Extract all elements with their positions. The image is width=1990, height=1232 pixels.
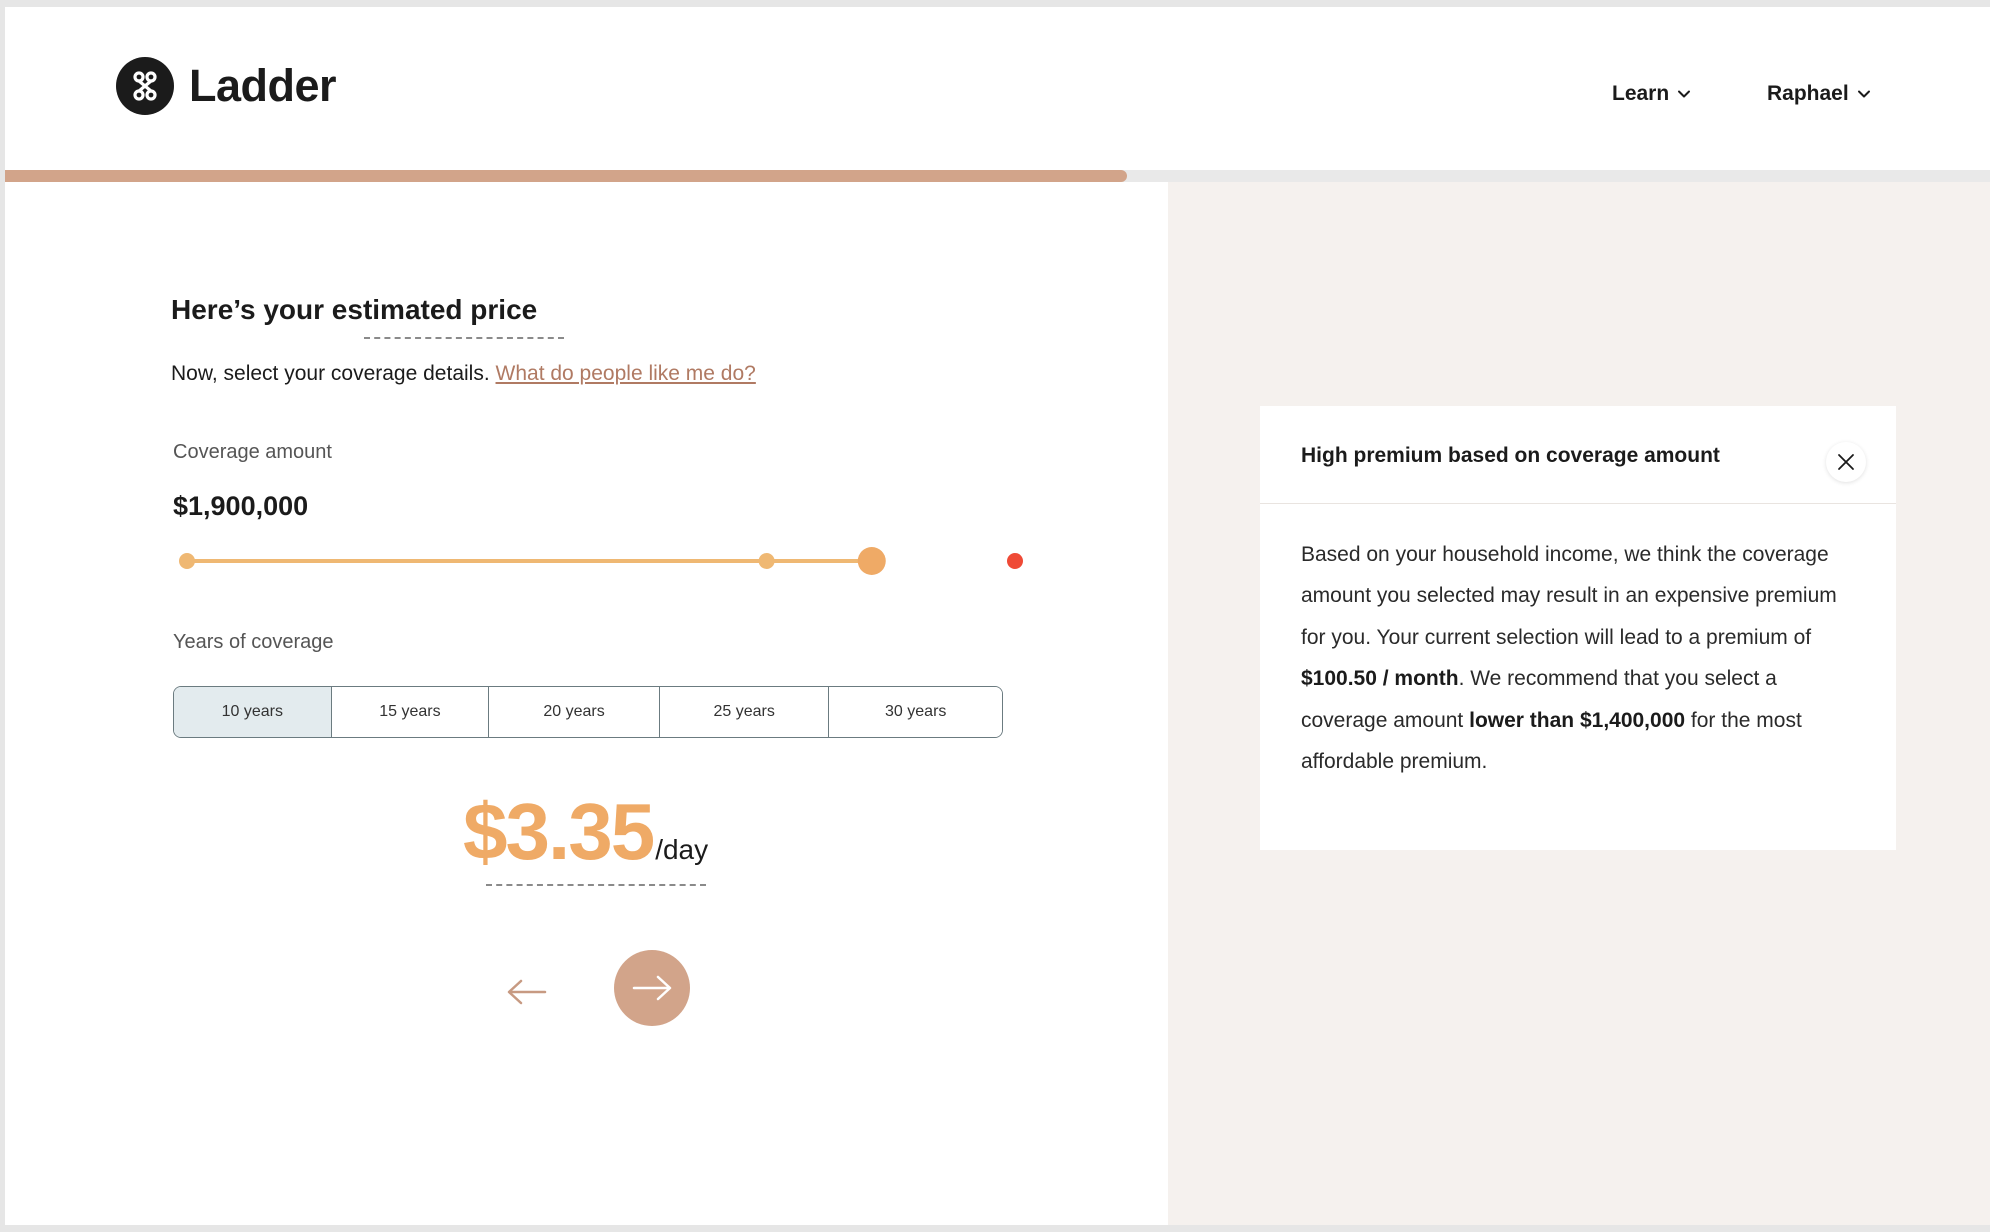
chevron-down-icon <box>1857 90 1870 97</box>
years-option-30[interactable]: 30 years <box>829 687 1002 737</box>
high-premium-alert: High premium based on coverage amount Ba… <box>1260 406 1896 850</box>
app-window: Ladder Learn Raphael Here’s your estimat… <box>5 7 1990 1225</box>
years-option-10[interactable]: 10 years <box>174 687 332 737</box>
arrow-left-icon <box>507 979 547 1005</box>
advice-pane: High premium based on coverage amount Ba… <box>1168 182 1990 1225</box>
progress-bar-fill <box>5 170 1127 182</box>
back-button[interactable] <box>497 967 557 1017</box>
alert-body: Based on your household income, we think… <box>1301 534 1861 782</box>
years-option-25[interactable]: 25 years <box>659 687 830 737</box>
alert-title: High premium based on coverage amount <box>1301 444 1720 467</box>
slider-stop-3 <box>1007 553 1023 569</box>
page-title-wrap: Here’s your estimated price <box>171 294 564 339</box>
years-segmented-control: 10 years 15 years 20 years 25 years 30 y… <box>173 686 1003 738</box>
estimated-price-tooltip-underline[interactable] <box>364 337 564 339</box>
progress-bar <box>5 170 1990 182</box>
brand-name[interactable]: Ladder <box>189 63 337 108</box>
nav-user-label: Raphael <box>1767 82 1849 105</box>
years-option-20[interactable]: 20 years <box>489 687 660 737</box>
price-unit: /day <box>655 834 709 865</box>
nav-user-menu[interactable]: Raphael <box>1767 83 1871 104</box>
alert-recommended-amount: lower than $1,400,000 <box>1469 708 1686 732</box>
close-alert-button[interactable] <box>1826 442 1866 482</box>
slider-thumb[interactable] <box>857 547 886 575</box>
nav-learn-menu[interactable]: Learn <box>1612 83 1691 104</box>
page-title: Here’s your estimated price <box>171 294 538 325</box>
estimated-price: $3.35 /day <box>463 792 708 872</box>
subtitle-text: Now, select your coverage details. <box>171 362 490 385</box>
coverage-amount-label: Coverage amount <box>173 441 332 463</box>
price-amount: $3.35 <box>463 787 655 876</box>
years-of-coverage-label: Years of coverage <box>173 631 334 653</box>
chevron-down-icon <box>1678 90 1691 97</box>
price-tooltip-underline[interactable] <box>486 884 706 886</box>
alert-premium-amount: $100.50 / month <box>1301 667 1459 691</box>
alert-header: High premium based on coverage amount <box>1260 406 1896 504</box>
next-button[interactable] <box>614 950 690 1026</box>
ladder-logo-icon[interactable] <box>116 57 174 115</box>
years-option-15[interactable]: 15 years <box>331 687 490 737</box>
slider-stop-0 <box>179 553 195 569</box>
top-header: Ladder Learn Raphael <box>5 7 1990 170</box>
close-icon <box>1838 454 1854 470</box>
help-link[interactable]: What do people like me do? <box>496 362 756 385</box>
nav-learn-label: Learn <box>1612 82 1670 105</box>
coverage-slider[interactable] <box>165 537 1035 587</box>
slider-stop-1 <box>758 553 775 569</box>
arrow-right-icon <box>632 975 672 1001</box>
alert-body-text-1: Based on your household income, we think… <box>1301 543 1837 649</box>
page-subtitle: Now, select your coverage details. What … <box>171 362 756 386</box>
coverage-amount-value: $1,900,000 <box>173 491 309 521</box>
